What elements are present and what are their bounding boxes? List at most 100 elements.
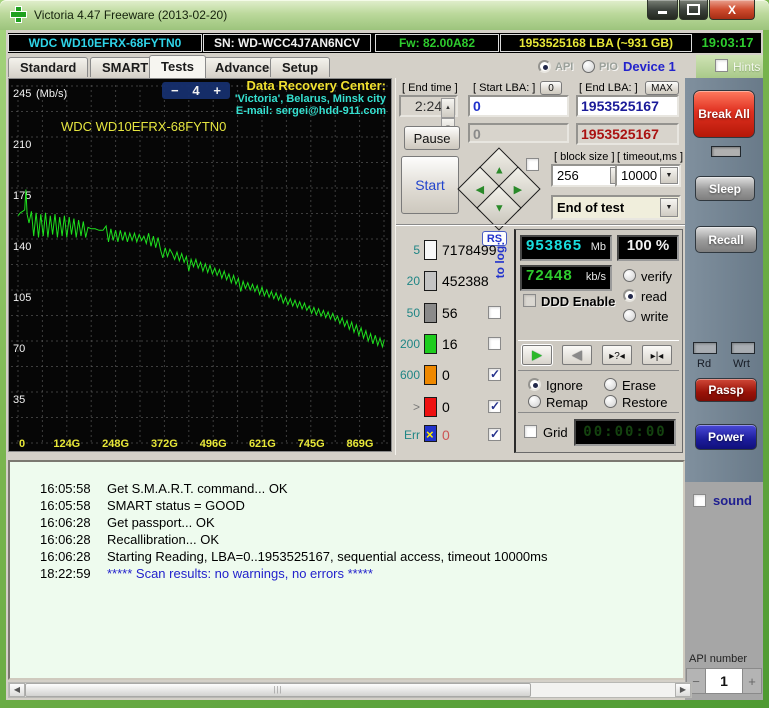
scroll-right-arrow[interactable]: ▶ [675, 683, 691, 697]
mb-display: 953865 Mb [520, 235, 612, 261]
graph-zoom-out-button[interactable]: − [171, 83, 179, 98]
power-button[interactable]: Power [695, 424, 757, 450]
counter-log-checkbox[interactable] [488, 428, 501, 441]
svg-text:175: 175 [13, 190, 31, 202]
tab-tests[interactable]: Tests [149, 55, 206, 78]
write-label: write [641, 309, 668, 324]
tab-setup[interactable]: Setup [270, 57, 330, 77]
scrollbar-thumb[interactable]: ||| [25, 683, 531, 697]
svg-text:124G: 124G [53, 438, 80, 450]
scroll-left-arrow[interactable]: ◀ [9, 683, 25, 697]
restore-label: Restore [622, 395, 668, 410]
svg-text:35: 35 [13, 394, 25, 406]
to-log-label: to log: [493, 230, 507, 290]
speed-display: 72448 kb/s [520, 265, 612, 291]
counter-log-checkbox[interactable] [488, 337, 501, 350]
write-led-indicator [731, 342, 755, 354]
banner-line3: E-mail: sergei@hdd-911.com [235, 105, 386, 118]
defect-action-row: Ignore Erase Remap Restore [518, 371, 679, 413]
api-number-plus-button[interactable]: + [742, 669, 761, 693]
counter-log-checkbox[interactable] [488, 368, 501, 381]
minimize-button[interactable] [647, 0, 678, 20]
clock: 19:03:17 [694, 34, 761, 52]
start-lba-label: [ Start LBA: ] [473, 82, 535, 94]
test-controls-panel: [ End time ] 2:24 ▲▼ [ Start LBA: ] 0 0 … [395, 78, 685, 455]
pio-radio[interactable] [582, 60, 595, 73]
horizontal-scrollbar[interactable]: ◀ ||| ▶ [8, 682, 692, 698]
pause-button[interactable]: Pause [404, 126, 460, 150]
ddd-enable-checkbox[interactable] [523, 294, 536, 307]
verify-radio[interactable] [623, 269, 636, 282]
device-selector[interactable]: Device 1 [623, 59, 676, 74]
restore-radio[interactable] [604, 395, 617, 408]
back-button[interactable]: ◀ [562, 345, 592, 365]
read-radio[interactable] [623, 289, 636, 302]
seek-checkbox[interactable] [526, 158, 539, 171]
start-lba-input[interactable]: 0 [468, 95, 569, 117]
log-row: 16:06:28 Starting Reading, LBA=0..195352… [10, 549, 683, 566]
log-area[interactable]: 16:05:58 Get S.M.A.R.T. command... OK 16… [8, 460, 685, 680]
log-row: 18:22:59 ***** Scan results: no warnings… [10, 566, 683, 583]
grid-checkbox[interactable] [524, 425, 537, 438]
recall-button[interactable]: Recall [695, 226, 757, 253]
erase-radio[interactable] [604, 378, 617, 391]
api-radio[interactable] [538, 60, 551, 73]
maximize-button[interactable] [679, 0, 708, 20]
busy-led-indicator [711, 146, 741, 157]
elapsed-timer-display: 00:00:00 [574, 419, 676, 446]
dropdown-arrow-icon: ▼ [660, 198, 678, 217]
grid-row: Grid 00:00:00 [518, 414, 679, 452]
sleep-button[interactable]: Sleep [695, 176, 755, 201]
sound-label: sound [713, 493, 752, 508]
passport-button[interactable]: Passp [695, 378, 757, 402]
ignore-radio[interactable] [528, 378, 541, 391]
title-bar[interactable]: Victoria 4.47 Freeware (2013-02-20) X [0, 0, 769, 30]
verify-label: verify [641, 269, 672, 284]
start-button[interactable]: Start [401, 156, 459, 214]
break-all-button[interactable]: Break All [693, 90, 755, 138]
close-button[interactable]: X [709, 0, 755, 20]
counter-color-box [424, 303, 437, 323]
svg-text:248G: 248G [102, 438, 129, 450]
app-icon-green-cross [11, 7, 26, 22]
graph-zoom-value: 4 [192, 83, 199, 98]
end-lba-input[interactable]: 1953525167 [576, 95, 679, 117]
pio-label: PIO [599, 61, 618, 73]
percent-display: 100 % [617, 235, 679, 261]
graph-zoom-in-button[interactable]: + [213, 83, 221, 98]
counter-color-box [424, 334, 437, 354]
end-time-spinner[interactable]: 2:24 ▲▼ [399, 95, 458, 117]
start-lba-zero-button[interactable]: 0 [540, 81, 562, 95]
svg-text:869G: 869G [347, 438, 374, 450]
tab-standard[interactable]: Standard [8, 57, 88, 77]
read-label: read [641, 289, 667, 304]
goto-end-button[interactable]: ▸|◂ [642, 345, 672, 365]
svg-text:496G: 496G [200, 438, 227, 450]
erase-label: Erase [622, 378, 656, 393]
api-number-value: 1 [706, 669, 742, 693]
timeout-select[interactable]: 10000▼ [615, 164, 681, 187]
end-lba-current: 1953525167 [576, 123, 679, 145]
end-of-test-select[interactable]: End of test▼ [551, 195, 681, 220]
write-radio[interactable] [623, 309, 636, 322]
dropdown-arrow-icon: ▼ [660, 167, 678, 184]
counter-log-checkbox[interactable] [488, 306, 501, 319]
drive-firmware: Fw: 82.00A82 [375, 34, 499, 52]
side-column-lower: sound API number − 1 + [685, 482, 763, 700]
window-controls: X [647, 0, 755, 20]
counter-log-checkbox[interactable] [488, 400, 501, 413]
hints-checkbox[interactable] [715, 59, 728, 72]
read-led-indicator [693, 342, 717, 354]
side-column: Break All Sleep Recall Rd Wrt Passp Powe… [685, 78, 763, 482]
seek-test-button[interactable]: ▸?◂ [602, 345, 632, 365]
play-button[interactable]: ▶ [522, 345, 552, 365]
error-color-box: × [424, 425, 437, 442]
victoria-window: Victoria 4.47 Freeware (2013-02-20) X WD… [0, 0, 769, 708]
remap-radio[interactable] [528, 395, 541, 408]
sound-checkbox[interactable] [693, 494, 706, 507]
api-number-spinner: − 1 + [686, 668, 762, 694]
end-lba-max-button[interactable]: MAX [645, 81, 679, 95]
svg-text:140: 140 [13, 241, 31, 253]
drive-info-bar: WDC WD10EFRX-68FYTN0 SN: WD-WCC4J7AN6NCV… [8, 33, 761, 53]
svg-text:245: 245 [13, 88, 31, 100]
